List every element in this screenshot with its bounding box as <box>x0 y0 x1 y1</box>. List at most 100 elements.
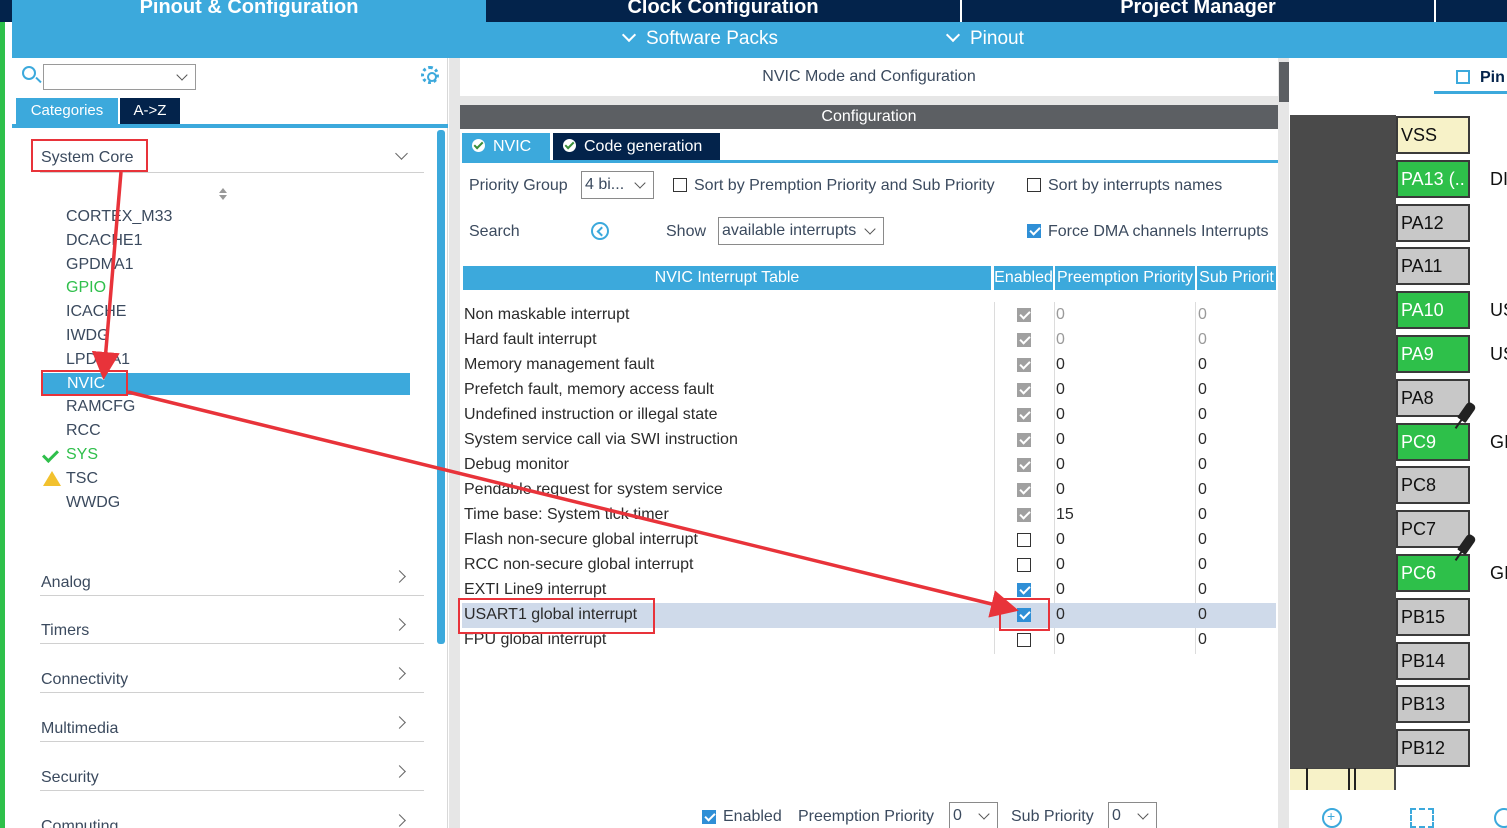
bottom-enabled-checkbox[interactable] <box>702 810 716 824</box>
peripheral-item[interactable]: GPIO <box>66 277 106 299</box>
category-computing[interactable]: Computing <box>40 812 424 828</box>
preemption-priority-value[interactable]: 0 <box>1056 581 1065 599</box>
sub-priority-value[interactable]: 0 <box>1198 581 1207 599</box>
peripheral-item[interactable]: SYS <box>66 444 98 466</box>
pin-pb13[interactable]: PB13 <box>1396 685 1470 724</box>
column-header-enabled[interactable]: Enabled <box>994 266 1053 290</box>
tab-tools[interactable] <box>1434 0 1507 22</box>
force-dma-checkbox[interactable] <box>1027 224 1041 238</box>
category-analog[interactable]: Analog <box>40 568 424 596</box>
preemption-priority-value[interactable]: 0 <box>1056 356 1065 374</box>
preemption-priority-value[interactable]: 0 <box>1056 481 1065 499</box>
table-row[interactable]: System service call via SWI instruction 0… <box>462 428 1276 453</box>
sub-priority-value[interactable]: 0 <box>1198 381 1207 399</box>
sub-priority-value[interactable]: 0 <box>1198 631 1207 649</box>
preemption-priority-value[interactable]: 0 <box>1056 556 1065 574</box>
table-row[interactable]: Debug monitor 0 0 <box>462 453 1276 478</box>
left-scrollbar[interactable] <box>437 130 445 644</box>
pin-pa11[interactable]: PA11 <box>1396 247 1470 286</box>
pin-pa12[interactable]: PA12 <box>1396 203 1470 242</box>
column-header-preemption[interactable]: Preemption Priority <box>1055 266 1195 290</box>
tab-nvic[interactable]: NVIC <box>462 133 550 160</box>
pin-pc6[interactable]: PC6 <box>1396 554 1470 592</box>
table-row[interactable]: RCC non-secure global interrupt 0 0 <box>462 553 1276 578</box>
peripheral-item[interactable]: CORTEX_M33 <box>66 206 172 228</box>
zoom-in-icon[interactable] <box>1322 808 1342 828</box>
table-row[interactable]: Non maskable interrupt 0 0 <box>462 303 1276 328</box>
sub-priority-value[interactable]: 0 <box>1198 606 1207 624</box>
sub-priority-value[interactable]: 0 <box>1198 406 1207 424</box>
preemption-priority-value[interactable]: 0 <box>1056 631 1065 649</box>
enabled-checkbox[interactable] <box>1017 583 1031 597</box>
enabled-checkbox[interactable] <box>1017 533 1031 547</box>
enabled-checkbox[interactable] <box>1017 558 1031 572</box>
pin-vss[interactable]: VSS <box>1396 116 1470 154</box>
tab-clock-configuration[interactable]: Clock Configuration <box>486 0 960 22</box>
peripheral-item[interactable]: GPDMA1 <box>66 254 134 276</box>
sub-priority-value[interactable]: 0 <box>1198 531 1207 549</box>
peripheral-item[interactable]: WWDG <box>66 492 120 514</box>
tab-categories[interactable]: Categories <box>16 98 118 124</box>
table-row[interactable]: Time base: System tick timer 15 0 <box>462 503 1276 528</box>
search-icon[interactable] <box>22 66 36 80</box>
table-row[interactable]: Prefetch fault, memory access fault 0 0 <box>462 378 1276 403</box>
peripheral-item[interactable]: ICACHE <box>66 301 126 323</box>
table-row[interactable]: Memory management fault 0 0 <box>462 353 1276 378</box>
sort-names-checkbox[interactable] <box>1027 178 1041 192</box>
pin-pa13[interactable]: PA13 (.. <box>1396 159 1470 198</box>
preemption-priority-value[interactable]: 15 <box>1056 506 1074 524</box>
show-select[interactable]: available interrupts <box>718 217 884 245</box>
fit-to-window-icon[interactable] <box>1410 808 1434 828</box>
category-security[interactable]: Security <box>40 763 424 791</box>
sub-priority-value[interactable]: 0 <box>1198 356 1207 374</box>
peripheral-item[interactable]: IWDG <box>66 325 110 347</box>
sub-priority-value[interactable]: 0 <box>1198 481 1207 499</box>
peripheral-item[interactable]: TSC <box>66 468 98 490</box>
tab-a-to-z[interactable]: A->Z <box>120 98 180 124</box>
zoom-out-icon[interactable] <box>1494 808 1507 828</box>
tab-project-manager[interactable]: Project Manager <box>960 0 1434 22</box>
category-multimedia[interactable]: Multimedia <box>40 714 424 742</box>
pin-pc9[interactable]: PC9 <box>1396 422 1470 461</box>
sort-icon[interactable] <box>218 188 228 202</box>
software-packs-menu[interactable]: Software Packs <box>621 27 778 50</box>
table-row[interactable]: Pendable request for system service 0 0 <box>462 478 1276 503</box>
pin-pb15[interactable]: PB15 <box>1396 597 1470 636</box>
preemption-priority-value[interactable]: 0 <box>1056 431 1065 449</box>
pin-pc7[interactable]: PC7 <box>1396 510 1470 549</box>
sub-priority-value[interactable]: 0 <box>1198 456 1207 474</box>
pin-pb14[interactable]: PB14 <box>1396 641 1470 680</box>
peripheral-item[interactable]: RCC <box>66 420 101 442</box>
table-row[interactable]: Undefined instruction or illegal state 0 0 <box>462 403 1276 428</box>
pin-pb12[interactable]: PB12 <box>1396 729 1470 768</box>
table-row[interactable]: Flash non-secure global interrupt 0 0 <box>462 528 1276 553</box>
tab-pinout-configuration[interactable]: Pinout & Configuration <box>12 0 486 22</box>
peripheral-item[interactable]: RAMCFG <box>66 396 135 418</box>
search-clear-icon[interactable] <box>591 222 609 240</box>
sub-priority-value[interactable]: 0 <box>1198 506 1207 524</box>
tab-code-generation[interactable]: Code generation <box>553 133 720 160</box>
column-header-sub-priority[interactable]: Sub Priorit <box>1197 266 1276 290</box>
pin-pa10[interactable]: PA10 <box>1396 291 1470 330</box>
splitter-handle[interactable] <box>1279 62 1289 102</box>
gear-icon[interactable] <box>421 66 439 84</box>
preemption-priority-value[interactable]: 0 <box>1056 381 1065 399</box>
sort-preemption-checkbox[interactable] <box>673 178 687 192</box>
pin-pc8[interactable]: PC8 <box>1396 466 1470 505</box>
preemption-priority-value[interactable]: 0 <box>1056 531 1065 549</box>
column-header-interrupt[interactable]: NVIC Interrupt Table <box>463 266 991 290</box>
preemption-priority-value[interactable]: 0 <box>1056 406 1065 424</box>
category-timers[interactable]: Timers <box>40 616 424 644</box>
preemption-priority-value[interactable]: 0 <box>1056 606 1065 624</box>
peripheral-item[interactable]: DCACHE1 <box>66 230 142 252</box>
bottom-preemption-select[interactable]: 0 <box>949 802 998 828</box>
table-row[interactable]: Hard fault interrupt 0 0 <box>462 328 1276 353</box>
search-input[interactable] <box>43 64 196 90</box>
peripheral-item[interactable]: LPDMA1 <box>66 349 130 371</box>
bottom-sub-priority-select[interactable]: 0 <box>1108 802 1157 828</box>
pinout-menu[interactable]: Pinout <box>945 27 1024 50</box>
preemption-priority-value[interactable]: 0 <box>1056 456 1065 474</box>
pin-pa9[interactable]: PA9 <box>1396 335 1470 373</box>
pin-pa8[interactable]: PA8 <box>1396 378 1470 417</box>
enabled-checkbox[interactable] <box>1017 633 1031 647</box>
